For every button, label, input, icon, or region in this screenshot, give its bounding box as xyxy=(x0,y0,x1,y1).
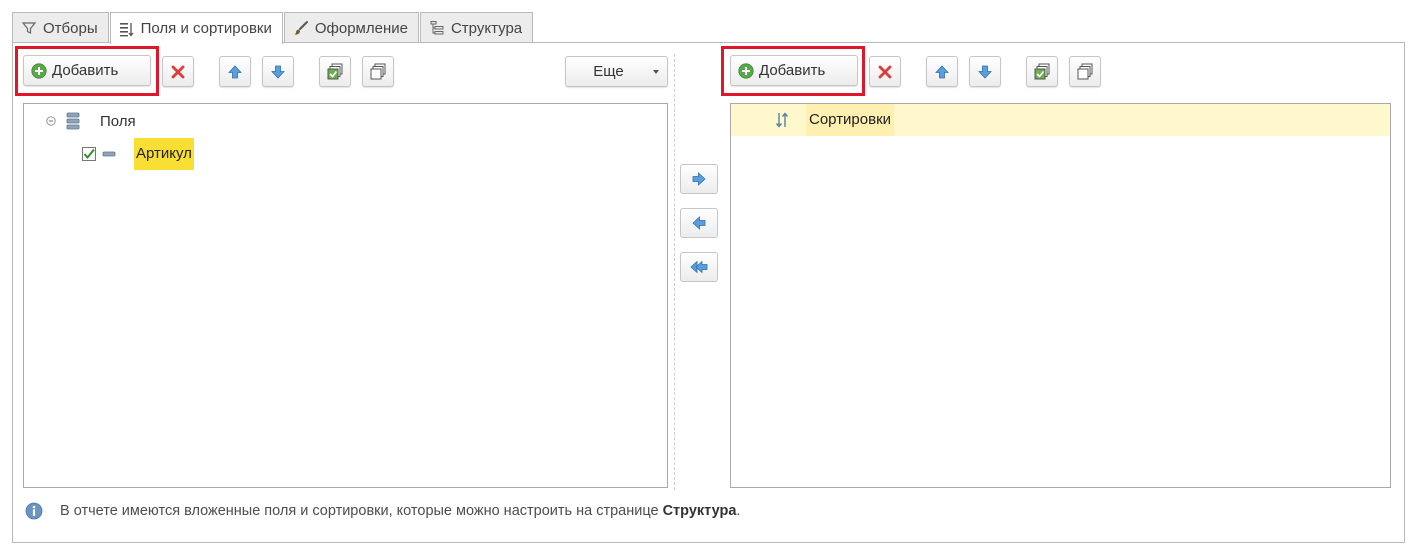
check-all-icon xyxy=(327,63,343,79)
info-message: В отчете имеются вложенные поля и сортир… xyxy=(25,502,740,520)
fields-sort-icon xyxy=(119,22,134,37)
uncheck-all-icon xyxy=(1077,63,1093,79)
info-tail: . xyxy=(736,503,741,519)
sort-root-row[interactable]: Сортировки xyxy=(731,104,1390,136)
check-all-icon xyxy=(1034,63,1050,79)
arrow-up-icon xyxy=(228,64,242,78)
filter-icon xyxy=(21,22,37,34)
more-menu-label: Еще xyxy=(593,63,624,80)
move-to-sort-button[interactable] xyxy=(680,164,718,194)
sort-root-label: Сортировки xyxy=(806,104,895,136)
delete-x-icon xyxy=(878,65,892,78)
plus-circle-icon xyxy=(31,62,47,79)
arrow-down-icon xyxy=(271,65,285,79)
tab-label: Поля и сортировки xyxy=(140,20,272,37)
arrow-left-icon xyxy=(692,216,706,230)
checkbox-checked-icon[interactable] xyxy=(82,147,96,161)
brush-icon xyxy=(294,21,308,35)
structure-link[interactable]: Структура xyxy=(663,503,737,519)
add-field-button-label: Добавить xyxy=(52,62,119,79)
uncheck-all-icon xyxy=(370,63,386,79)
sort-list-pane[interactable]: Сортировки xyxy=(730,103,1391,488)
check-all-sorts-button[interactable] xyxy=(1026,56,1058,87)
field-dash-icon xyxy=(102,151,116,157)
tab-label: Отборы xyxy=(43,19,98,37)
info-icon xyxy=(25,502,43,520)
fields-list-icon xyxy=(66,112,80,130)
sort-order-icon xyxy=(775,112,789,128)
uncheck-all-sorts-button[interactable] xyxy=(1069,56,1101,87)
add-sort-button-label: Добавить xyxy=(759,62,826,79)
more-menu-button[interactable]: Еще xyxy=(565,56,668,87)
arrow-down-icon xyxy=(978,65,992,79)
info-text: В отчете имеются вложенные поля и сортир… xyxy=(60,503,663,519)
panes-divider xyxy=(674,54,675,490)
add-sort-button[interactable]: Добавить xyxy=(730,55,858,86)
tab-filters[interactable]: Отборы xyxy=(12,12,109,43)
tab-structure[interactable]: Структура xyxy=(419,12,534,43)
collapse-toggle-icon[interactable] xyxy=(46,116,56,126)
check-all-fields-button[interactable] xyxy=(319,56,351,87)
tab-label: Структура xyxy=(450,19,523,37)
tree-root-label: Поля xyxy=(100,112,136,130)
tab-fields-and-sorting[interactable]: Поля и сортировки xyxy=(109,12,283,44)
fields-tree-pane[interactable]: Поля Артикул xyxy=(23,103,668,488)
uncheck-all-fields-button[interactable] xyxy=(362,56,394,87)
tab-appearance[interactable]: Оформление xyxy=(283,12,419,43)
remove-from-sort-button[interactable] xyxy=(680,208,718,238)
tree-item-label: Артикул xyxy=(134,138,194,170)
double-arrow-left-icon xyxy=(690,260,708,274)
plus-circle-icon xyxy=(738,62,754,79)
move-sort-up-button[interactable] xyxy=(926,56,958,87)
structure-icon xyxy=(430,21,444,35)
tree-item-article[interactable]: Артикул xyxy=(82,138,194,170)
arrow-up-icon xyxy=(935,64,949,78)
arrow-right-icon xyxy=(692,172,706,186)
add-field-button[interactable]: Добавить xyxy=(23,55,151,86)
move-field-down-button[interactable] xyxy=(262,56,294,87)
delete-field-button[interactable] xyxy=(162,56,194,87)
move-field-up-button[interactable] xyxy=(219,56,251,87)
move-sort-down-button[interactable] xyxy=(969,56,1001,87)
delete-x-icon xyxy=(171,65,185,78)
tree-root-fields[interactable]: Поля xyxy=(46,110,136,132)
chevron-down-icon xyxy=(653,70,659,74)
delete-sort-button[interactable] xyxy=(869,56,901,87)
tab-bar: Отборы Поля и сортировки Оформление Стру… xyxy=(12,12,534,44)
remove-all-from-sort-button[interactable] xyxy=(680,252,718,282)
tab-label: Оформление xyxy=(314,19,408,37)
